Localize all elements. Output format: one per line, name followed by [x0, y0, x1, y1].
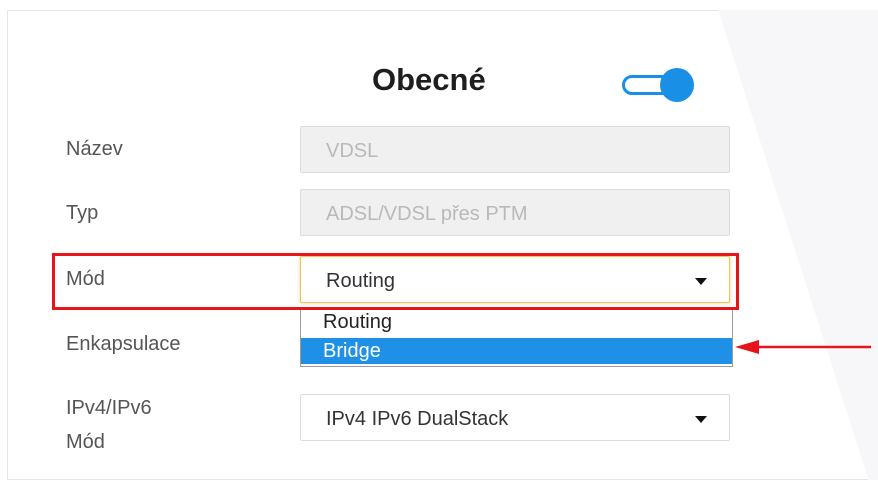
- ip-mode-select[interactable]: IPv4 IPv6 DualStack: [300, 394, 730, 441]
- highlight-annotation-box: [52, 253, 739, 310]
- name-label: Název: [66, 138, 123, 160]
- toggle-knob: [660, 68, 694, 102]
- ip-mode-label: IPv4/IPv6 Mód: [66, 391, 152, 459]
- ip-mode-label-line2: Mód: [66, 431, 105, 453]
- chevron-down-icon: [695, 416, 707, 423]
- mode-option-bridge[interactable]: Bridge: [301, 338, 732, 364]
- name-field: VDSL: [300, 126, 730, 173]
- mode-option-routing[interactable]: Routing: [301, 309, 732, 335]
- encapsulation-label: Enkapsulace: [66, 333, 181, 355]
- type-field: ADSL/VDSL přes PTM: [300, 189, 730, 236]
- mode-dropdown-list: Routing Bridge: [300, 308, 733, 367]
- arrow-left-icon: [735, 340, 871, 354]
- ip-mode-label-line1: IPv4/IPv6: [66, 397, 152, 419]
- ip-mode-select-value: IPv4 IPv6 DualStack: [326, 408, 509, 430]
- section-title: Obecné: [372, 62, 486, 97]
- section-enable-toggle[interactable]: [622, 68, 696, 102]
- type-label: Typ: [66, 202, 99, 224]
